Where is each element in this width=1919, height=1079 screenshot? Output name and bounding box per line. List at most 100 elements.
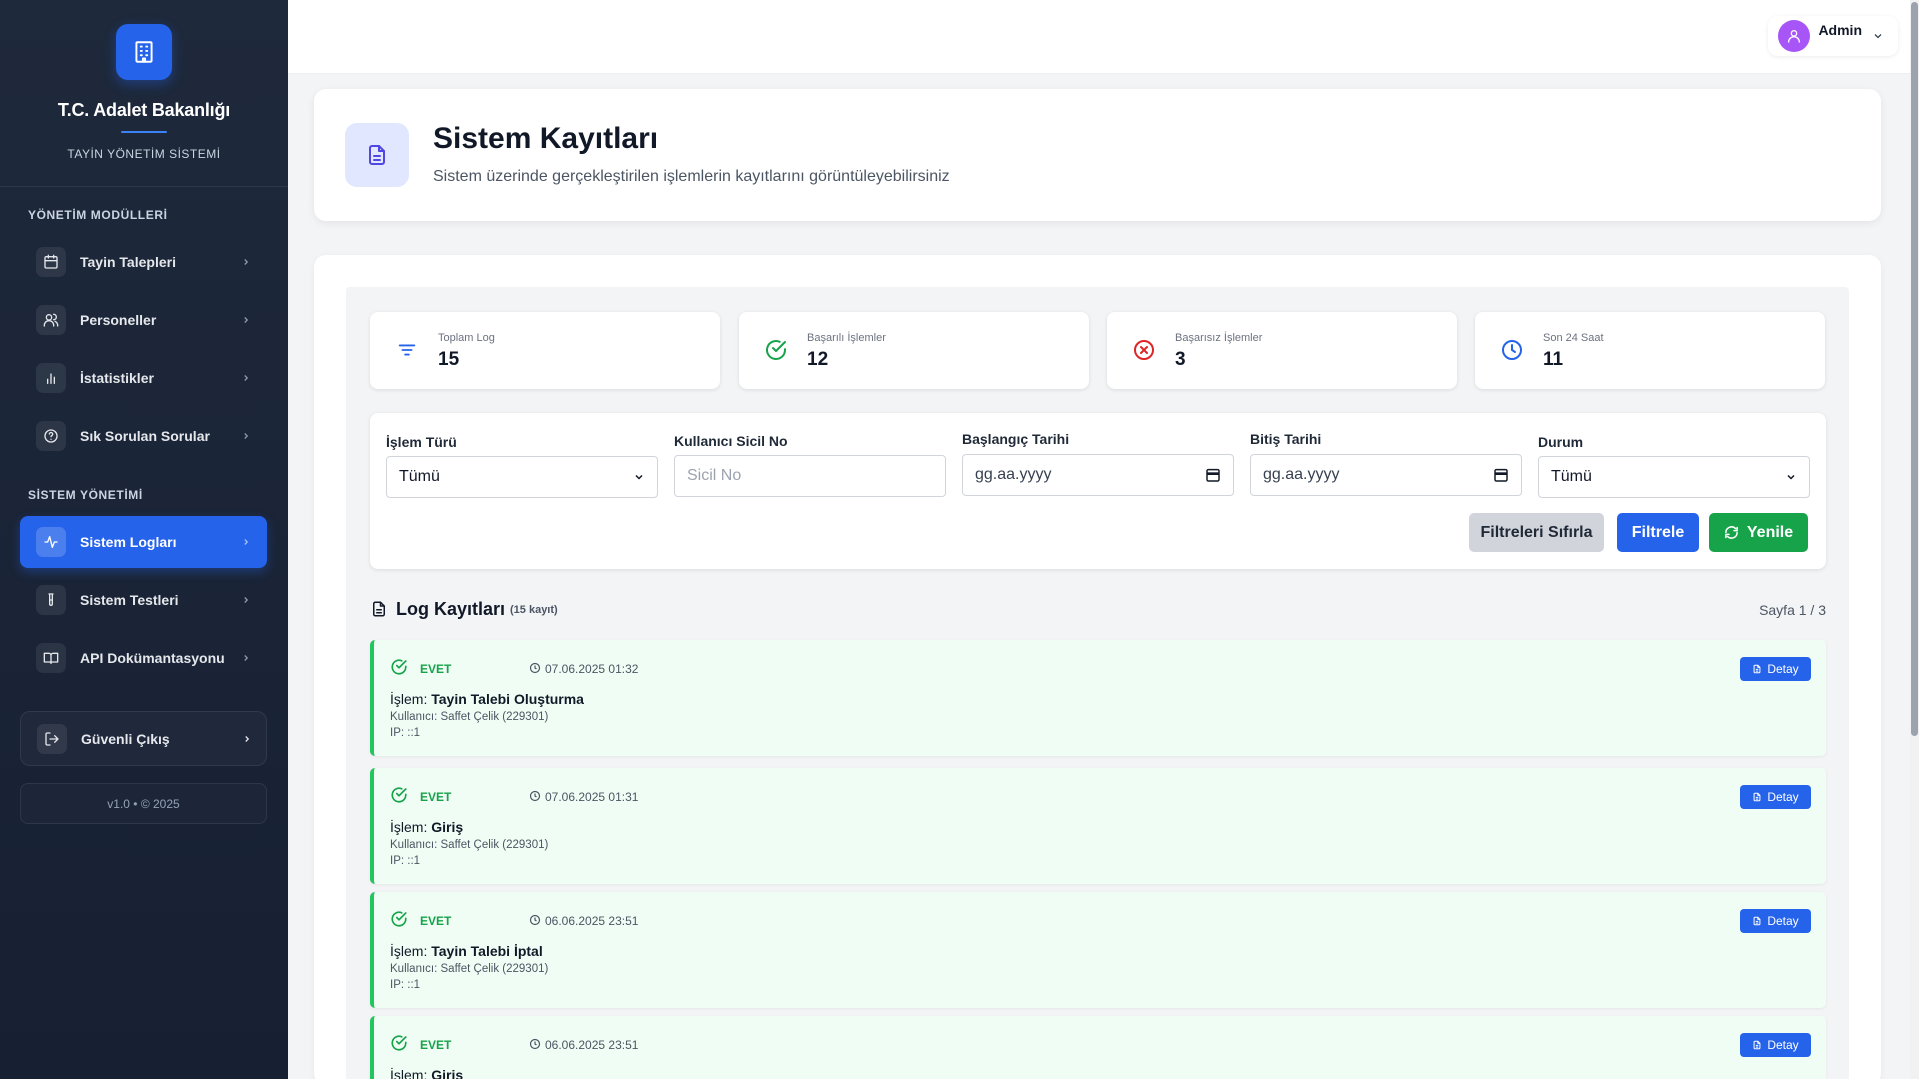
document-icon xyxy=(1752,664,1762,674)
logout-button[interactable]: Güvenli Çıkış xyxy=(20,711,267,766)
op-prefix: İşlem: xyxy=(390,691,428,707)
document-icon xyxy=(1752,916,1762,926)
calendar-icon[interactable] xyxy=(1205,467,1221,483)
log-time: 07.06.2025 01:31 xyxy=(545,790,639,804)
end-date-label: Bitiş Tarihi xyxy=(1250,431,1322,447)
check-circle-icon xyxy=(763,337,789,363)
section-label-modules: YÖNETİM MODÜLLERİ xyxy=(28,208,168,222)
op-prefix: İşlem: xyxy=(390,819,428,835)
scrollbar-thumb[interactable] xyxy=(1911,2,1918,736)
log-user: Kullanıcı: Saffet Çelik (229301) xyxy=(390,963,549,975)
log-item[interactable]: EVET 06.06.2025 23:51 İşlem: Tayin Taleb… xyxy=(370,892,1826,1008)
sidebar-item-label: Tayin Talepleri xyxy=(80,254,176,270)
start-date-label: Başlangıç Tarihi xyxy=(962,431,1070,447)
sidebar-item-sistem-loglari[interactable]: Sistem Logları xyxy=(20,516,267,568)
log-status: EVET xyxy=(420,662,452,676)
log-status: EVET xyxy=(420,1038,452,1052)
chevron-right-icon xyxy=(239,651,253,665)
op-name: Giriş xyxy=(431,1067,464,1079)
page-title: Sistem Kayıtları xyxy=(433,122,659,155)
filter-button[interactable]: Filtrele xyxy=(1617,513,1699,552)
log-operation: İşlem: Tayin Talebi Oluşturma xyxy=(390,691,584,707)
chevron-down-icon xyxy=(633,471,645,483)
sidebar-item-sss[interactable]: Sık Sorulan Sorular xyxy=(20,410,267,462)
calendar-icon xyxy=(36,247,66,277)
stat-card-success: Başarılı İşlemler 12 xyxy=(739,312,1089,389)
refresh-button[interactable]: Yenile xyxy=(1709,513,1808,552)
page-scrollbar[interactable] xyxy=(1910,0,1919,1079)
brand-title: T.C. Adalet Bakanlığı xyxy=(57,100,231,120)
chevron-right-icon xyxy=(239,593,253,607)
end-date-input[interactable]: gg.aa.yyyy xyxy=(1250,454,1522,496)
stat-value: 11 xyxy=(1543,349,1564,370)
logout-label: Güvenli Çıkış xyxy=(81,730,170,747)
document-icon xyxy=(1752,792,1762,802)
stat-value: 3 xyxy=(1175,349,1186,370)
log-ip: IP: ::1 xyxy=(390,979,421,991)
start-date-input[interactable]: gg.aa.yyyy xyxy=(962,454,1234,496)
sidebar-item-api-dokumantasyonu[interactable]: API Dokümantasyonu xyxy=(20,632,267,684)
stat-value: 12 xyxy=(807,349,829,370)
clock-icon xyxy=(529,1038,541,1050)
log-ip: IP: ::1 xyxy=(390,855,421,867)
stat-label: Başarılı İşlemler xyxy=(807,332,886,344)
detail-button[interactable]: Detay xyxy=(1740,785,1811,809)
check-circle-icon xyxy=(390,1034,408,1052)
log-item[interactable]: EVET 07.06.2025 01:31 İşlem: Giriş Kulla… xyxy=(370,768,1826,884)
section-label-system: SİSTEM YÖNETİMİ xyxy=(28,488,143,502)
user-avatar-icon xyxy=(1778,20,1811,52)
status-select[interactable]: Tümü xyxy=(1538,456,1810,498)
refresh-icon xyxy=(1724,525,1739,540)
detail-button[interactable]: Detay xyxy=(1740,909,1811,933)
logout-icon xyxy=(37,723,67,754)
end-date-placeholder: gg.aa.yyyy xyxy=(1263,466,1340,483)
x-circle-icon xyxy=(1131,337,1157,363)
activity-icon xyxy=(36,527,66,557)
chevron-right-icon xyxy=(239,371,253,385)
sidebar-item-label: Personeller xyxy=(80,312,157,328)
document-icon xyxy=(370,600,388,618)
log-item[interactable]: EVET 07.06.2025 01:32 İşlem: Tayin Taleb… xyxy=(370,640,1826,756)
version-label: v1.0 • © 2025 xyxy=(20,783,267,824)
stat-label: Başarısız İşlemler xyxy=(1175,332,1263,344)
test-tube-icon xyxy=(36,585,66,615)
op-type-label: İşlem Türü xyxy=(386,434,457,450)
brand-divider xyxy=(121,131,167,133)
sidebar-item-sistem-testleri[interactable]: Sistem Testleri xyxy=(20,574,267,626)
log-status: EVET xyxy=(420,790,452,804)
sidebar-item-istatistikler[interactable]: İstatistikler xyxy=(20,352,267,404)
detail-button[interactable]: Detay xyxy=(1740,657,1811,681)
sidebar-item-label: Sistem Logları xyxy=(80,534,177,550)
document-icon xyxy=(345,123,409,187)
building-icon[interactable] xyxy=(116,24,172,80)
stat-card-last24h: Son 24 Saat 11 xyxy=(1475,312,1825,389)
help-circle-icon xyxy=(36,421,66,451)
op-type-select[interactable]: Tümü xyxy=(386,456,658,498)
op-prefix: İşlem: xyxy=(390,943,428,959)
book-icon xyxy=(36,643,66,673)
clock-icon xyxy=(1499,337,1525,363)
sicil-input[interactable]: Sicil No xyxy=(674,455,946,497)
sidebar-item-tayin-talepleri[interactable]: Tayin Talepleri xyxy=(20,236,267,288)
chevron-right-icon xyxy=(242,731,252,747)
calendar-icon[interactable] xyxy=(1493,467,1509,483)
brand: T.C. Adalet Bakanlığı TAYİN YÖNETİM SİST… xyxy=(0,0,288,187)
start-date-placeholder: gg.aa.yyyy xyxy=(975,466,1052,483)
stat-card-failed: Başarısız İşlemler 3 xyxy=(1107,312,1457,389)
clock-icon xyxy=(529,790,541,802)
detail-button[interactable]: Detay xyxy=(1740,1033,1811,1057)
log-status: EVET xyxy=(420,914,452,928)
log-time: 06.06.2025 23:51 xyxy=(545,1038,639,1052)
logs-panel: Toplam Log 15 Başarılı İşlemler 12 Başar… xyxy=(314,255,1881,1079)
sicil-placeholder: Sicil No xyxy=(687,467,742,484)
log-item[interactable]: EVET 06.06.2025 23:51 İşlem: Giriş Detay xyxy=(370,1016,1826,1079)
clock-icon xyxy=(529,914,541,926)
reset-filters-button[interactable]: Filtreleri Sıfırla xyxy=(1469,513,1604,552)
sidebar-item-label: Sistem Testleri xyxy=(80,592,179,608)
stat-label: Son 24 Saat xyxy=(1543,332,1604,344)
user-menu[interactable]: Admin xyxy=(1768,16,1898,56)
sidebar-item-personeller[interactable]: Personeller xyxy=(20,294,267,346)
status-label: Durum xyxy=(1538,434,1584,450)
op-name: Giriş xyxy=(431,819,464,835)
op-prefix: İşlem: xyxy=(390,1067,428,1079)
